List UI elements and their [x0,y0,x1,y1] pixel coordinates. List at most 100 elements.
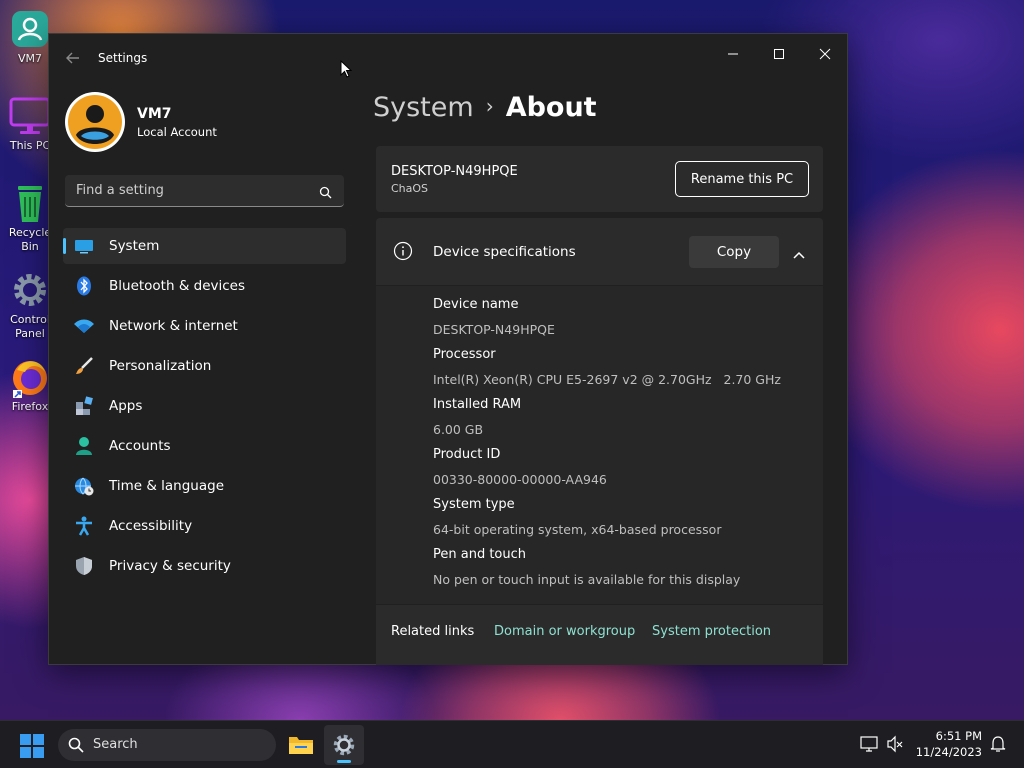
notification-bell-icon[interactable] [989,735,1007,757]
nav-item-personalization[interactable]: Personalization [63,348,346,384]
spec-key: Installed RAM [433,397,522,412]
monitor-icon [73,236,95,256]
display-icon[interactable] [860,735,878,757]
settings-nav: System Bluetooth & devices Network & int… [63,228,346,588]
spec-key: Product ID [433,447,501,462]
pc-organization: ChaOS [391,182,429,195]
spec-value[interactable]: Intel(R) Xeon(R) CPU E5-2697 v2 @ 2.70GH… [433,372,781,387]
title-bar[interactable]: Settings [49,34,847,82]
minimize-button[interactable] [710,40,756,68]
clock-time: 6:51 PM [935,729,982,743]
bluetooth-icon [73,276,95,296]
spec-key: Processor [433,347,496,362]
nav-label: Personalization [109,358,212,374]
nav-item-system[interactable]: System [63,228,346,264]
nav-item-bluetooth-devices[interactable]: Bluetooth & devices [63,268,346,304]
spec-key: System type [433,497,515,512]
chevron-up-icon[interactable] [792,245,806,264]
copy-button[interactable]: Copy [689,236,779,268]
search-icon[interactable] [319,184,332,203]
nav-item-time-language[interactable]: Time & language [63,468,346,504]
account-type: Local Account [137,125,217,139]
spec-key: Pen and touch [433,547,527,562]
device-specifications-header[interactable]: Device specifications Copy [376,218,823,285]
avatar [64,91,126,153]
nav-item-privacy-security[interactable]: Privacy & security [63,548,346,584]
breadcrumb-separator: › [485,94,494,118]
shield-icon [73,556,95,576]
taskbar-settings[interactable] [324,725,364,765]
nav-label: Time & language [109,478,225,494]
windows-logo-icon [20,734,44,758]
spec-key: Device name [433,297,519,312]
nav-label: Network & internet [109,318,238,334]
folder-icon [289,737,313,754]
mouse-cursor-icon [340,59,353,82]
taskbar-file-explorer[interactable] [281,725,321,765]
search-placeholder: Find a setting [76,183,164,198]
nav-label: Apps [109,398,143,414]
settings-window: Settings VM7 Local Account Find a settin… [48,33,848,665]
firefox-icon [9,356,51,398]
spec-value[interactable]: 6.00 GB [433,422,521,437]
pc-name-card: DESKTOP-N49HPQE ChaOS Rename this PC [376,146,823,212]
taskbar-search[interactable]: Search [58,729,276,761]
spec-value[interactable]: DESKTOP-N49HPQE [433,322,555,337]
spec-value[interactable]: No pen or touch input is available for t… [433,572,740,587]
volume-muted-icon[interactable] [886,735,904,757]
related-links: Related links Domain or workgroup System… [376,605,823,665]
gear-icon [9,269,51,311]
app-title: Settings [98,51,148,65]
page-title: About [505,92,597,123]
info-icon [393,241,413,265]
nav-item-accounts[interactable]: Accounts [63,428,346,464]
nav-item-apps[interactable]: Apps [63,388,346,424]
wifi-icon [73,316,95,336]
spec-row: System type 64-bit operating system, x64… [433,497,721,537]
system-clock[interactable]: 6:51 PM 11/24/2023 [912,728,982,760]
back-arrow-icon[interactable] [65,50,83,68]
search-icon [68,737,84,757]
find-setting-search-box[interactable]: Find a setting [65,175,344,207]
spec-row: Installed RAM 6.00 GB [433,397,521,437]
computer-icon [9,95,51,137]
pc-name: DESKTOP-N49HPQE [391,164,518,179]
section-title: Device specifications [433,244,576,260]
start-button[interactable] [20,734,44,762]
taskbar: Search 6:51 PM 11/24/2023 [0,720,1024,768]
minimize-icon [728,53,738,55]
spec-row: Pen and touch No pen or touch input is a… [433,547,740,587]
nav-label: Accounts [109,438,171,454]
nav-item-network-internet[interactable]: Network & internet [63,308,346,344]
maximize-button[interactable] [756,40,802,68]
related-links-title: Related links [391,624,475,639]
breadcrumb: System › About [373,92,597,123]
spec-value[interactable]: 64-bit operating system, x64-based proce… [433,522,721,537]
globe-clock-icon [73,476,95,496]
person-icon [73,436,95,456]
user-name: VM7 [137,106,172,122]
close-icon [819,48,831,60]
system-protection-link[interactable]: System protection [652,624,771,639]
accessibility-icon [73,516,95,536]
apps-icon [73,396,95,416]
nav-label: Privacy & security [109,558,231,574]
nav-label: System [109,238,160,254]
nav-label: Bluetooth & devices [109,278,246,294]
taskbar-search-label: Search [93,737,138,752]
nav-label: Accessibility [109,518,193,534]
maximize-icon [774,49,784,59]
spec-row: Device name DESKTOP-N49HPQE [433,297,555,337]
close-button[interactable] [802,40,848,68]
spec-value[interactable]: 00330-80000-00000-AA946 [433,472,607,487]
recycle-bin-icon [9,182,51,224]
user-folder-icon [9,8,51,50]
breadcrumb-parent[interactable]: System [373,92,474,123]
device-specifications-body: Device name DESKTOP-N49HPQE Processor In… [376,286,823,604]
clock-date: 11/24/2023 [915,745,982,759]
rename-pc-button[interactable]: Rename this PC [675,161,809,197]
spec-row: Product ID 00330-80000-00000-AA946 [433,447,607,487]
domain-workgroup-link[interactable]: Domain or workgroup [494,624,635,639]
nav-item-accessibility[interactable]: Accessibility [63,508,346,544]
gear-icon [333,734,355,756]
